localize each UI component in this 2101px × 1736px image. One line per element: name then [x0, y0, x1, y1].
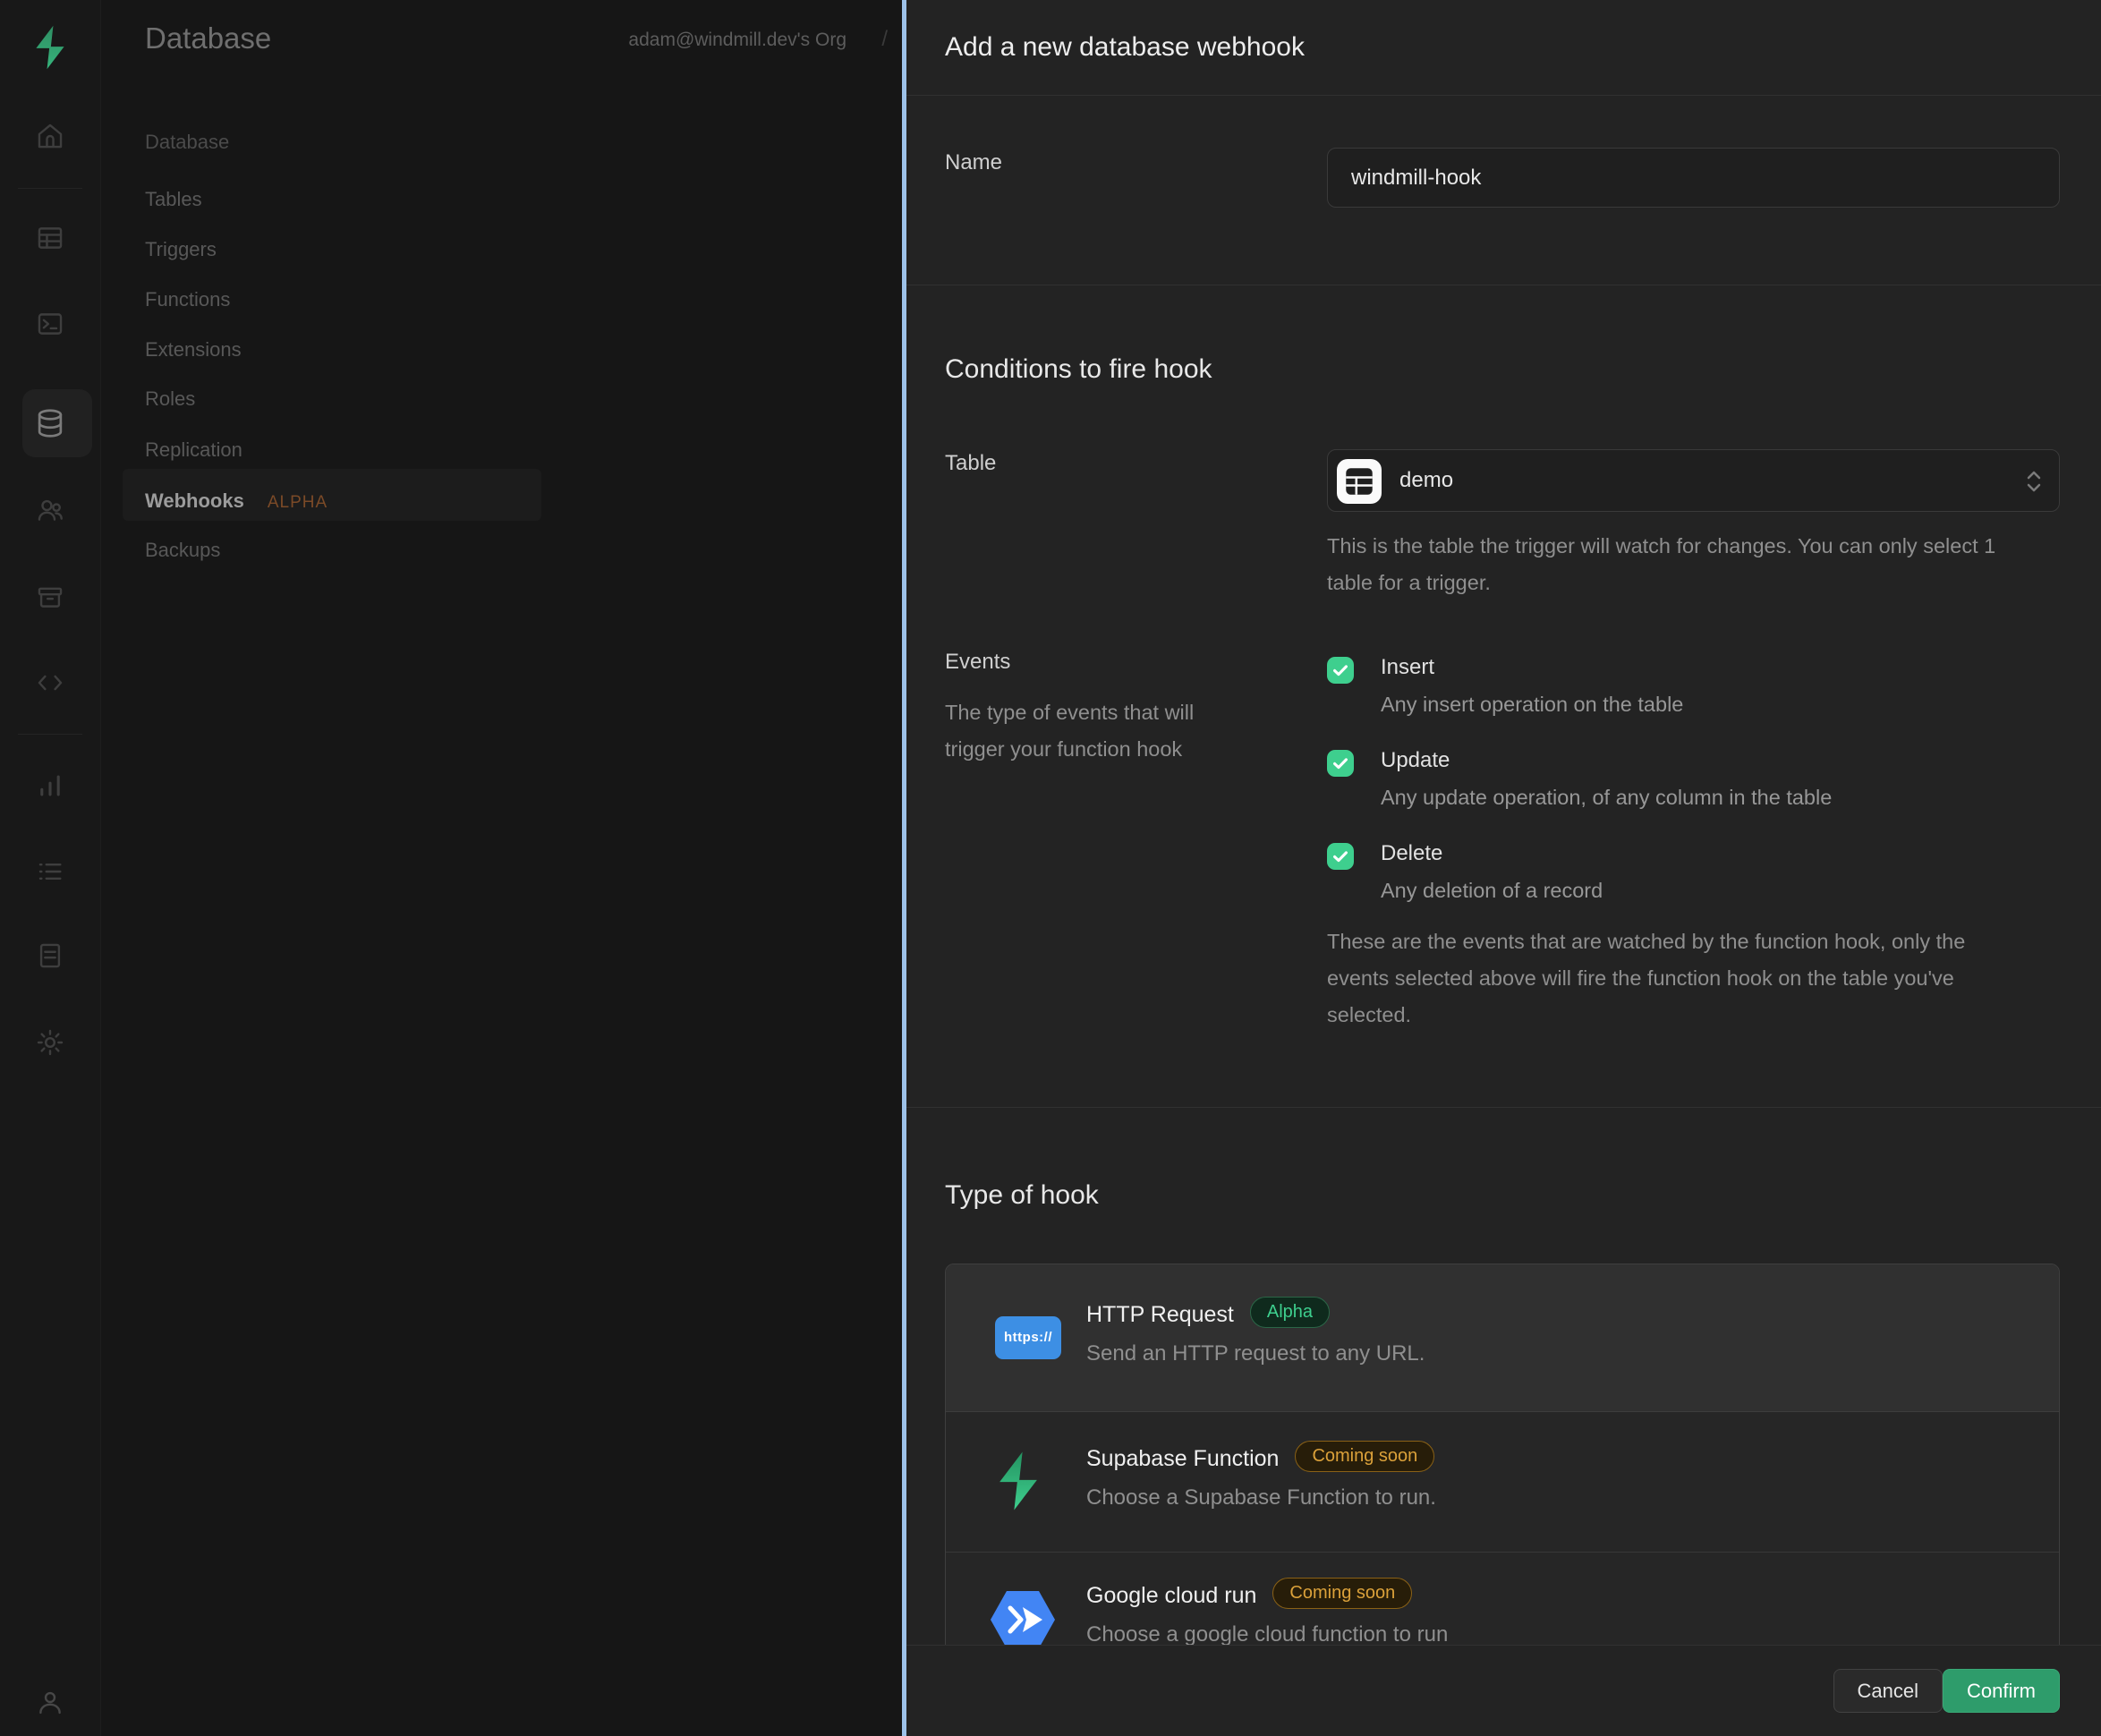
https-icon: https:// — [995, 1316, 1061, 1359]
coming-soon-badge: Coming soon — [1272, 1578, 1412, 1609]
events-footnote: These are the events that are watched by… — [1327, 923, 2025, 1034]
update-description: Any update operation, of any column in t… — [1381, 786, 1832, 810]
insert-label: Insert — [1381, 655, 1434, 680]
settings-gear-icon[interactable] — [35, 1027, 65, 1058]
reports-icon[interactable] — [35, 770, 65, 801]
page-title: Database — [145, 21, 271, 55]
hook-option-title: Supabase FunctionComing soon — [1086, 1444, 1434, 1476]
table-select-value: demo — [1399, 450, 1453, 511]
sidebar-item-roles[interactable]: Roles — [145, 387, 195, 411]
google-cloud-run-icon — [987, 1588, 1059, 1646]
update-checkbox[interactable] — [1327, 750, 1354, 777]
alpha-badge: ALPHA — [268, 493, 327, 512]
supabase-function-icon — [992, 1450, 1044, 1517]
rail-divider — [18, 188, 82, 189]
coming-soon-badge: Coming soon — [1295, 1441, 1434, 1472]
events-help-text: The type of events that will trigger you… — [945, 694, 1258, 768]
hook-type-options: https:// HTTP RequestAlpha Send an HTTP … — [945, 1264, 2060, 1646]
hook-option-title: Google cloud runComing soon — [1086, 1581, 1412, 1613]
sidebar-item-extensions[interactable]: Extensions — [145, 338, 242, 362]
table-grid-icon — [1337, 459, 1382, 504]
docs-icon[interactable] — [35, 940, 65, 971]
hook-type-heading: Type of hook — [945, 1180, 1099, 1211]
panel-title: Add a new database webhook — [945, 0, 1305, 95]
insert-description: Any insert operation on the table — [1381, 693, 1683, 717]
table-editor-icon[interactable] — [35, 223, 65, 253]
cancel-button[interactable]: Cancel — [1833, 1669, 1943, 1713]
hook-option-description: Choose a Supabase Function to run. — [1086, 1485, 1436, 1510]
sidebar-group-label: Database — [145, 131, 229, 154]
home-icon[interactable] — [35, 121, 65, 151]
events-label: Events — [945, 650, 1010, 675]
hook-type-section: Type of hook https:// HTTP RequestAlpha … — [906, 1107, 2101, 1646]
account-user-icon[interactable] — [35, 1687, 65, 1717]
table-select[interactable]: demo — [1327, 449, 2060, 512]
icon-rail — [0, 0, 101, 1736]
panel-header: Add a new database webhook — [906, 0, 2101, 96]
hook-option-description: Send an HTTP request to any URL. — [1086, 1341, 1425, 1366]
hook-option-http-request[interactable]: https:// HTTP RequestAlpha Send an HTTP … — [946, 1264, 2059, 1412]
sidebar-item-backups[interactable]: Backups — [145, 539, 220, 562]
sidebar-item-functions[interactable]: Functions — [145, 288, 230, 311]
name-section: Name — [906, 95, 2101, 285]
logs-icon[interactable] — [35, 856, 65, 887]
name-label: Name — [945, 150, 1002, 175]
update-label: Update — [1381, 748, 1450, 773]
table-help-text: This is the table the trigger will watch… — [1327, 528, 2034, 601]
confirm-button[interactable]: Confirm — [1943, 1669, 2060, 1713]
hook-option-supabase-function[interactable]: Supabase FunctionComing soon Choose a Su… — [946, 1412, 2059, 1553]
alpha-badge: Alpha — [1250, 1297, 1330, 1328]
breadcrumb-separator: / — [881, 27, 888, 52]
conditions-section: Conditions to fire hook Table demo This … — [906, 285, 2101, 1108]
hook-option-title: HTTP RequestAlpha — [1086, 1300, 1330, 1332]
rail-divider — [18, 734, 82, 735]
breadcrumb-org[interactable]: adam@windmill.dev's Org — [628, 30, 846, 51]
delete-checkbox[interactable] — [1327, 843, 1354, 870]
sql-editor-icon[interactable] — [35, 309, 65, 339]
sidebar-item-replication[interactable]: Replication — [145, 438, 242, 462]
sidebar-item-tables[interactable]: Tables — [145, 188, 202, 211]
hook-option-description: Choose a google cloud function to run — [1086, 1622, 1448, 1646]
sidebar-item-triggers[interactable]: Triggers — [145, 238, 217, 261]
insert-checkbox[interactable] — [1327, 657, 1354, 684]
storage-icon[interactable] — [35, 582, 65, 612]
edge-functions-icon[interactable] — [35, 668, 65, 698]
hook-option-google-cloud-run[interactable]: Google cloud runComing soon Choose a goo… — [946, 1553, 2059, 1646]
table-label: Table — [945, 451, 996, 476]
auth-users-icon[interactable] — [35, 495, 65, 525]
database-sidebar: Database adam@windmill.dev's Org / Datab… — [101, 0, 902, 1736]
panel-footer: Cancel Confirm — [906, 1645, 2101, 1736]
supabase-logo-icon[interactable] — [30, 24, 70, 75]
delete-description: Any deletion of a record — [1381, 879, 1603, 903]
webhook-side-panel: Add a new database webhook Name Conditio… — [902, 0, 2101, 1736]
delete-label: Delete — [1381, 841, 1442, 866]
conditions-heading: Conditions to fire hook — [945, 354, 1212, 385]
database-icon[interactable] — [33, 406, 67, 440]
chevron-updown-icon — [2025, 468, 2043, 499]
sidebar-item-webhooks[interactable]: WebhooksALPHA — [145, 489, 327, 513]
webhook-name-input[interactable] — [1327, 148, 2060, 208]
